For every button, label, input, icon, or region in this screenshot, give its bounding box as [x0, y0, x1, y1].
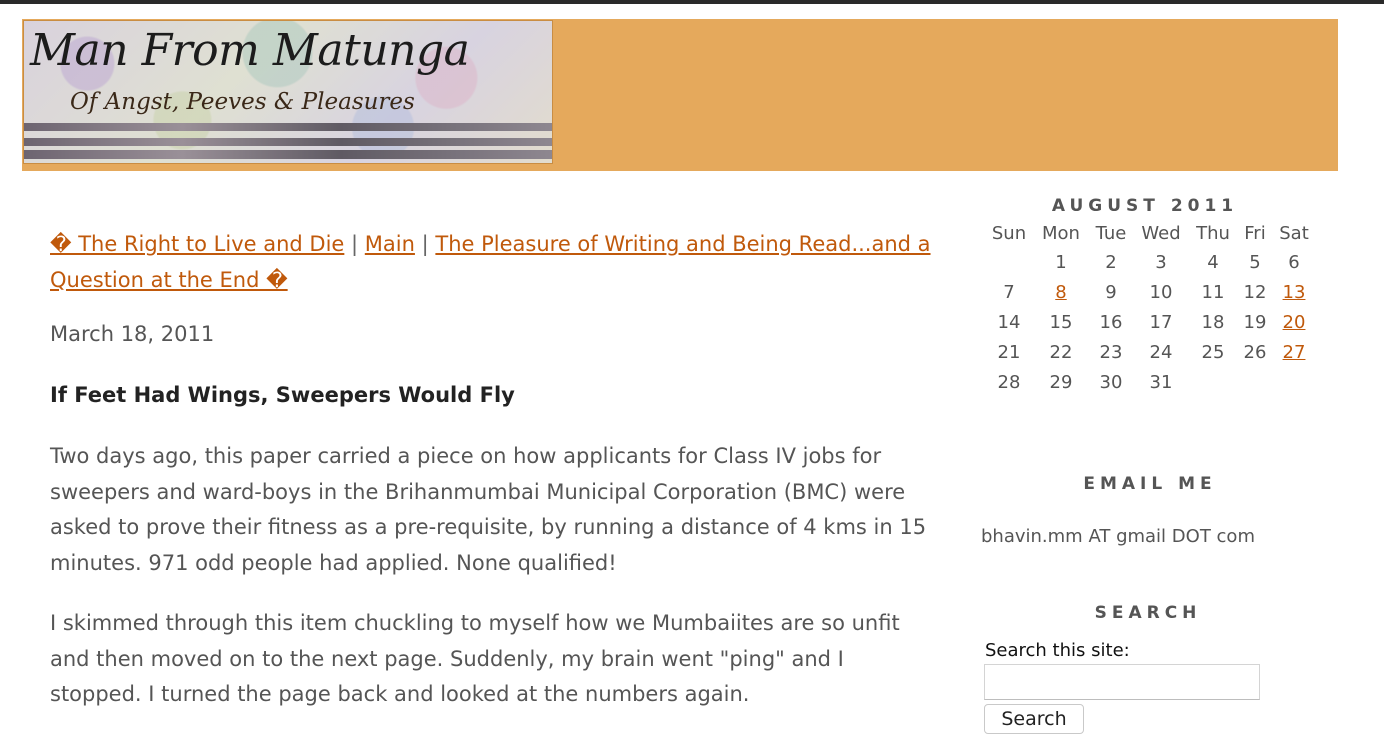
email-address: bhavin.mm AT gmail DOT com [981, 526, 1255, 547]
calendar-day: 19 [1243, 312, 1267, 333]
site-banner: Man From Matunga Of Angst, Peeves & Plea… [22, 19, 1338, 171]
calendar-day: 12 [1243, 282, 1267, 303]
search-button[interactable]: Search [984, 704, 1084, 734]
calendar-day: 27 [1274, 338, 1314, 368]
post-date: March 18, 2011 [50, 322, 215, 346]
post-paragraph: I skimmed through this item chuckling to… [50, 611, 900, 706]
calendar-day [986, 248, 1032, 278]
calendar-day: 4 [1207, 252, 1219, 273]
logo-stripe [24, 150, 552, 159]
calendar-day: 8 [1032, 278, 1090, 308]
calendar-day [1190, 368, 1236, 398]
calendar-day: 3 [1155, 252, 1167, 273]
main-link[interactable]: Main [365, 232, 415, 256]
search-heading: SEARCH [1094, 603, 1202, 623]
calendar-day: 16 [1099, 312, 1123, 333]
top-border-line [0, 0, 1384, 4]
calendar-day: 23 [1099, 342, 1123, 363]
weekday-label: Fri [1244, 223, 1266, 244]
site-title: Man From Matunga [30, 25, 470, 76]
calendar-day: 2 [1105, 252, 1117, 273]
calendar-day-link[interactable]: 13 [1283, 282, 1306, 303]
calendar-day: 25 [1201, 342, 1225, 363]
calendar-caption: AUGUST 2011 [1051, 196, 1239, 216]
calendar-week: 28 29 30 31 [986, 368, 1314, 398]
weekday-label: Wed [1141, 223, 1181, 244]
search-label: Search this site: [985, 640, 1130, 661]
calendar-day: 29 [1049, 372, 1073, 393]
calendar-day: 1 [1055, 252, 1067, 273]
calendar-day [1274, 368, 1314, 398]
post-navigation: � The Right to Live and Die | Main | The… [50, 226, 940, 298]
calendar-day: 13 [1274, 278, 1314, 308]
calendar-day: 14 [997, 312, 1021, 333]
logo-stripe [24, 123, 552, 131]
calendar-day: 26 [1243, 342, 1267, 363]
calendar-week: 1 2 3 4 5 6 [986, 248, 1314, 278]
main-content: � The Right to Live and Die | Main | The… [50, 226, 940, 713]
calendar-day: 30 [1099, 372, 1123, 393]
calendar-week: 7 8 9 10 11 12 13 [986, 278, 1314, 308]
post-paragraph: Two days ago, this paper carried a piece… [50, 444, 927, 575]
calendar-week: 21 22 23 24 25 26 27 [986, 338, 1314, 368]
calendar-day: 24 [1149, 342, 1173, 363]
calendar-day: 9 [1105, 282, 1117, 303]
weekday-label: Mon [1042, 223, 1080, 244]
calendar-day-link[interactable]: 27 [1283, 342, 1306, 363]
calendar-day: 18 [1201, 312, 1225, 333]
calendar-day: 20 [1274, 308, 1314, 338]
weekday-label: Sat [1279, 223, 1309, 244]
calendar-weekdays: Sun Mon Tue Wed Thu Fri Sat [986, 220, 1314, 248]
calendar-day: 22 [1049, 342, 1073, 363]
site-tagline: Of Angst, Peeves & Pleasures [70, 89, 415, 115]
calendar-day: 11 [1201, 282, 1225, 303]
previous-post-link[interactable]: � The Right to Live and Die [50, 232, 344, 256]
calendar-day: 31 [1149, 372, 1173, 393]
nav-separator: | [421, 232, 429, 256]
calendar-day: 6 [1288, 252, 1300, 273]
calendar-day: 15 [1049, 312, 1073, 333]
calendar: Sun Mon Tue Wed Thu Fri Sat 1 2 3 4 5 6 7 8 9 10 1… [986, 220, 1314, 398]
search-input[interactable] [984, 664, 1260, 700]
calendar-day: 28 [997, 372, 1021, 393]
calendar-day: 5 [1249, 252, 1261, 273]
calendar-day-link[interactable]: 20 [1283, 312, 1306, 333]
calendar-day: 7 [1003, 282, 1015, 303]
email-heading: EMAIL ME [1083, 474, 1217, 494]
nav-separator: | [351, 232, 359, 256]
calendar-day: 10 [1149, 282, 1173, 303]
calendar-days: 1 2 3 4 5 6 7 8 9 10 11 12 13 14 15 16 17 18 19 20 21 22 23 24 2… [986, 248, 1314, 398]
sidebar: AUGUST 2011 Sun Mon Tue Wed Thu Fri Sat … [980, 196, 1320, 734]
weekday-label: Thu [1196, 223, 1230, 244]
calendar-day [1236, 368, 1274, 398]
calendar-day: 17 [1149, 312, 1173, 333]
calendar-day: 21 [997, 342, 1021, 363]
weekday-label: Tue [1095, 223, 1127, 244]
post-title: If Feet Had Wings, Sweepers Would Fly [50, 383, 515, 407]
calendar-day-link[interactable]: 8 [1055, 282, 1066, 303]
site-logo[interactable]: Man From Matunga Of Angst, Peeves & Plea… [23, 20, 553, 164]
calendar-week: 14 15 16 17 18 19 20 [986, 308, 1314, 338]
logo-stripe [24, 138, 552, 146]
weekday-label: Sun [991, 223, 1027, 244]
